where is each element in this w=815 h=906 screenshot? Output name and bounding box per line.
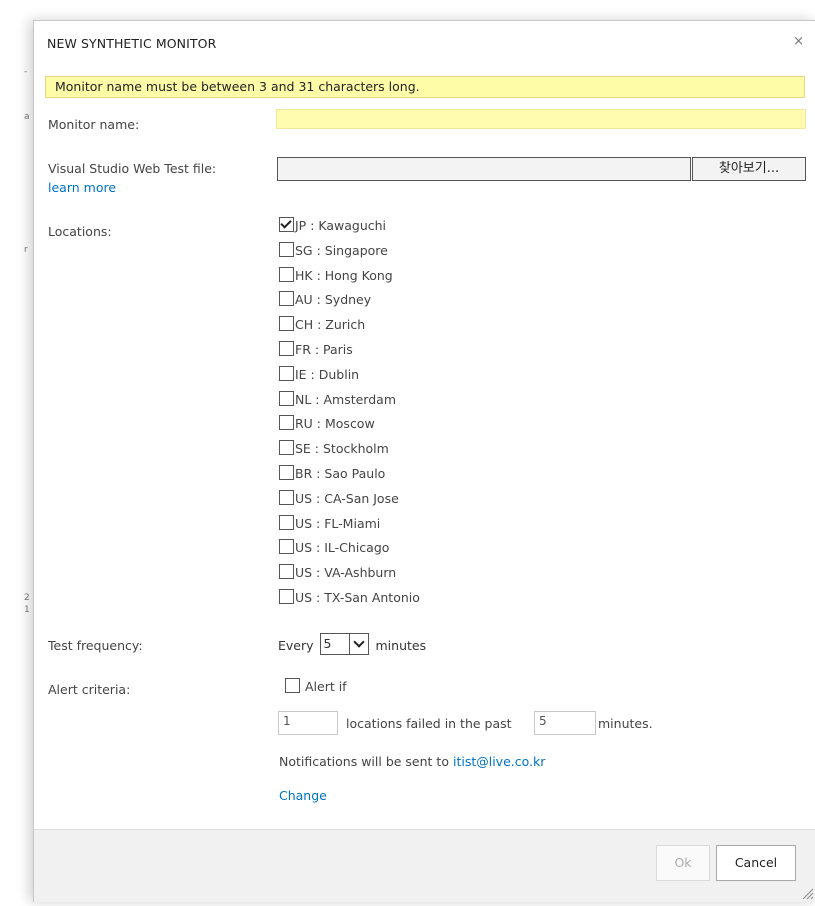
- learn-more-link[interactable]: learn more: [48, 180, 116, 195]
- location-option[interactable]: CH : Zurich: [279, 316, 365, 336]
- location-label: US : FL-Miami: [295, 516, 381, 531]
- dialog-footer: Ok Cancel: [34, 829, 815, 902]
- cancel-button[interactable]: Cancel: [716, 845, 796, 881]
- location-label: HK : Hong Kong: [295, 268, 393, 283]
- resize-grip-icon[interactable]: [800, 886, 814, 900]
- notification-text: Notifications will be sent to: [279, 754, 449, 769]
- location-option[interactable]: US : FL-Miami: [279, 515, 380, 535]
- location-label: SE : Stockholm: [295, 441, 389, 456]
- validation-error-banner: Monitor name must be between 3 and 31 ch…: [45, 76, 805, 98]
- location-checkbox[interactable]: [279, 391, 294, 406]
- location-label: US : IL-Chicago: [295, 540, 390, 555]
- frequency-selected-value: 5: [323, 636, 332, 651]
- new-synthetic-monitor-dialog: NEW SYNTHETIC MONITOR × Monitor name mus…: [33, 20, 815, 902]
- background-glyph: -: [24, 67, 28, 77]
- test-frequency-label: Test frequency:: [48, 638, 143, 653]
- location-checkbox[interactable]: [279, 539, 294, 554]
- location-option[interactable]: US : TX-San Antonio: [279, 589, 420, 609]
- alert-criteria-label: Alert criteria:: [48, 682, 131, 697]
- location-checkbox[interactable]: [279, 564, 294, 579]
- alert-if-checkbox[interactable]: [285, 678, 300, 693]
- location-label: US : TX-San Antonio: [295, 590, 420, 605]
- locations-failed-text: locations failed in the past: [346, 716, 512, 731]
- locations-failed-value: 1: [283, 714, 291, 728]
- location-option[interactable]: RU : Moscow: [279, 415, 375, 435]
- location-option[interactable]: HK : Hong Kong: [279, 267, 393, 287]
- test-frequency-row: Every 5 minutes: [278, 633, 426, 655]
- location-checkbox[interactable]: [279, 217, 294, 232]
- dialog-title-bar: NEW SYNTHETIC MONITOR ×: [34, 21, 815, 66]
- alert-if-label: Alert if: [304, 679, 347, 694]
- location-option[interactable]: SG : Singapore: [279, 242, 388, 262]
- location-checkbox[interactable]: [279, 440, 294, 455]
- validation-error-text: Monitor name must be between 3 and 31 ch…: [55, 79, 420, 94]
- location-option[interactable]: JP : Kawaguchi: [279, 217, 386, 237]
- location-checkbox[interactable]: [279, 415, 294, 430]
- location-label: CH : Zurich: [295, 317, 366, 332]
- location-checkbox[interactable]: [279, 589, 294, 604]
- browse-button[interactable]: 찾아보기...: [692, 157, 806, 181]
- location-option[interactable]: AU : Sydney: [279, 291, 371, 311]
- location-option[interactable]: SE : Stockholm: [279, 440, 389, 460]
- alert-if-option[interactable]: Alert if: [285, 678, 347, 698]
- location-checkbox[interactable]: [279, 316, 294, 331]
- frequency-select[interactable]: 5: [319, 633, 369, 655]
- locations-failed-input[interactable]: 1: [278, 711, 338, 735]
- location-label: FR : Paris: [295, 342, 353, 357]
- location-label: RU : Moscow: [295, 416, 375, 431]
- monitor-name-label: Monitor name:: [48, 117, 140, 132]
- location-checkbox[interactable]: [279, 366, 294, 381]
- location-option[interactable]: US : VA-Ashburn: [279, 564, 396, 584]
- frequency-suffix: minutes: [375, 638, 427, 653]
- location-option[interactable]: US : IL-Chicago: [279, 539, 389, 559]
- background-glyph: 2: [24, 593, 30, 603]
- location-label: NL : Amsterdam: [295, 392, 396, 407]
- locations-label: Locations:: [48, 224, 112, 239]
- location-checkbox[interactable]: [279, 490, 294, 505]
- location-checkbox[interactable]: [279, 341, 294, 356]
- location-label: BR : Sao Paulo: [295, 466, 386, 481]
- minutes-text: minutes.: [598, 716, 653, 731]
- location-option[interactable]: FR : Paris: [279, 341, 353, 361]
- location-option[interactable]: NL : Amsterdam: [279, 391, 396, 411]
- location-checkbox[interactable]: [279, 267, 294, 282]
- notification-email-link[interactable]: itist@live.co.kr: [453, 754, 545, 769]
- dialog-title: NEW SYNTHETIC MONITOR: [47, 36, 217, 51]
- location-checkbox[interactable]: [279, 515, 294, 530]
- location-label: AU : Sydney: [295, 292, 372, 307]
- location-label: IE : Dublin: [295, 367, 360, 382]
- location-option[interactable]: US : CA-San Jose: [279, 490, 399, 510]
- location-label: SG : Singapore: [295, 243, 388, 258]
- monitor-name-input[interactable]: [276, 109, 806, 129]
- minutes-input[interactable]: 5: [534, 711, 596, 735]
- location-label: US : VA-Ashburn: [295, 565, 397, 580]
- location-checkbox[interactable]: [279, 242, 294, 257]
- background-page: - a r 2 1: [0, 0, 32, 906]
- ok-button[interactable]: Ok: [656, 845, 710, 881]
- location-option[interactable]: BR : Sao Paulo: [279, 465, 385, 485]
- minutes-value: 5: [539, 714, 547, 728]
- background-glyph: 1: [24, 605, 30, 615]
- location-label: JP : Kawaguchi: [295, 218, 387, 233]
- location-checkbox[interactable]: [279, 291, 294, 306]
- frequency-prefix: Every: [278, 638, 314, 653]
- web-test-file-input[interactable]: [277, 157, 691, 181]
- location-checkbox[interactable]: [279, 465, 294, 480]
- notification-line: Notifications will be sent to itist@live…: [279, 754, 545, 769]
- web-test-file-label: Visual Studio Web Test file:: [48, 161, 217, 176]
- chevron-down-icon[interactable]: [348, 634, 368, 654]
- location-label: US : CA-San Jose: [295, 491, 399, 506]
- change-link[interactable]: Change: [279, 788, 327, 803]
- close-icon[interactable]: ×: [793, 34, 804, 49]
- location-option[interactable]: IE : Dublin: [279, 366, 359, 386]
- background-glyph: r: [24, 245, 28, 255]
- background-glyph: a: [24, 112, 30, 122]
